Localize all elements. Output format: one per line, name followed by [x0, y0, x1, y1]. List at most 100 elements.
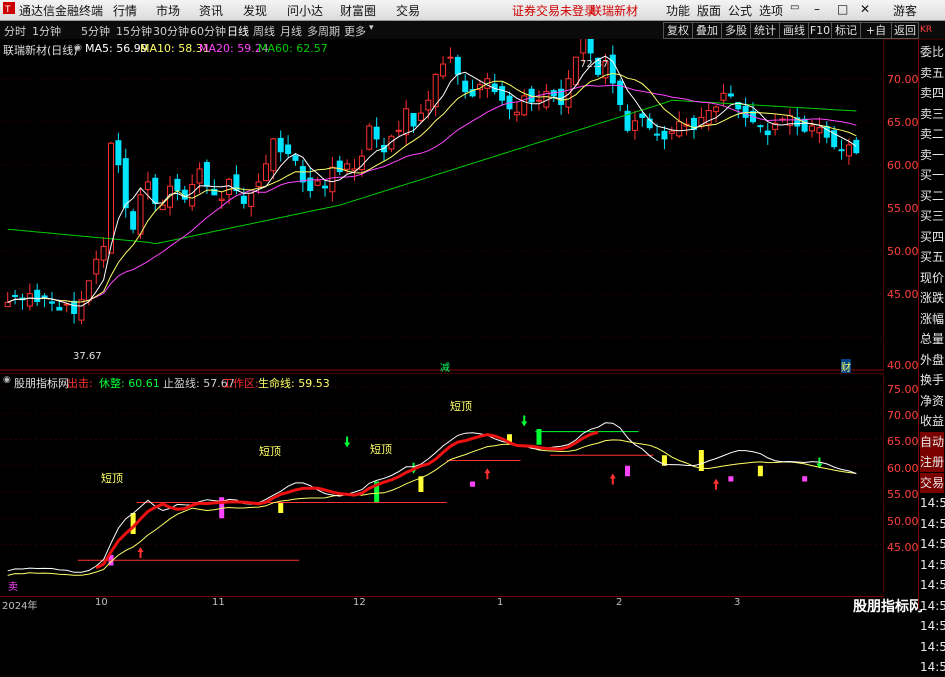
settings-icon[interactable]: ◉ [74, 43, 82, 53]
menu-trade[interactable]: 交易 [396, 2, 420, 19]
side-panel-item[interactable]: 买一 [920, 165, 944, 185]
minimize-icon[interactable]: – [814, 2, 820, 16]
candle-body [403, 108, 410, 136]
side-panel-item[interactable]: 现价 [920, 268, 944, 288]
side-panel-item[interactable]: 涨跌 [920, 288, 944, 308]
side-panel-item[interactable]: 买三 [920, 206, 944, 226]
event-marker[interactable]: 减 [440, 359, 450, 374]
side-panel-item[interactable]: 交易 [920, 472, 945, 493]
side-panel-item[interactable]: 卖一 [920, 145, 944, 165]
period-week[interactable]: 周线 [253, 23, 275, 39]
period-timeshare[interactable]: 分时 [4, 23, 26, 39]
add-watchlist-button[interactable]: +自选 [860, 22, 892, 52]
back-button[interactable]: 返回 [891, 22, 919, 39]
side-panel-item[interactable]: 14:5 [920, 534, 945, 554]
candle-body [336, 160, 343, 173]
side-panel-item[interactable]: 卖五 [920, 63, 944, 83]
candle-body [373, 126, 380, 140]
restore-icon[interactable]: ▭ [790, 2, 799, 13]
side-panel-item[interactable]: 买五 [920, 247, 944, 267]
guest-label[interactable]: 游客 [893, 2, 917, 19]
side-panel-item[interactable]: 净资 [920, 391, 944, 411]
side-panel-item[interactable]: 14:5 [920, 596, 945, 616]
close-icon[interactable]: ✕ [860, 2, 870, 16]
indicator-chart[interactable] [0, 373, 884, 595]
menu-discover[interactable]: 发现 [243, 2, 267, 19]
period-60min[interactable]: 60分钟 [190, 23, 226, 39]
period-day[interactable]: 日线 [227, 23, 249, 39]
period-more[interactable]: 更多 [344, 23, 366, 39]
menu-quotes[interactable]: 行情 [113, 2, 137, 19]
axis-tick: 70.00 [887, 73, 919, 86]
login-warning[interactable]: 证券交易未登录 [512, 2, 596, 19]
menu-wealth[interactable]: 财富圈 [340, 2, 376, 19]
side-panel-item[interactable]: 买二 [920, 186, 944, 206]
side-panel-item[interactable]: 14:5 [920, 493, 945, 513]
candle-body [85, 280, 92, 302]
side-panel-item[interactable]: 14:5 [920, 575, 945, 595]
period-1min[interactable]: 1分钟 [32, 23, 61, 39]
adjust-button[interactable]: 复权 [663, 22, 693, 39]
candle-body [447, 56, 454, 59]
side-panel-item[interactable]: 换手 [920, 370, 944, 390]
period-month[interactable]: 月线 [280, 23, 302, 39]
overlay-button[interactable]: 叠加 [692, 22, 722, 39]
side-panel-item[interactable]: 卖二 [920, 124, 944, 144]
draw-button[interactable]: 画线 [779, 22, 809, 39]
side-panel-item[interactable]: 14:5 [920, 657, 945, 677]
quote-side-panel: KR 委比 卖五 卖四 卖三 卖二 卖一 买一 买二 买三 买四 买五 现价 涨跌 涨幅 总量 外盘 换手 净资收… [918, 25, 945, 674]
rest-value: 休整: 60.61 [99, 377, 160, 390]
side-panel-item[interactable]: 委比 [920, 42, 944, 62]
side-panel-item[interactable]: 14:5 [920, 514, 945, 534]
candle-body [388, 135, 395, 150]
stock-link[interactable]: 联瑞新材 [590, 2, 638, 19]
side-panel-item[interactable]: 卖三 [920, 104, 944, 124]
side-panel-item[interactable]: 买四 [920, 227, 944, 247]
settings-icon[interactable]: ◉ [3, 375, 11, 385]
side-panel-item[interactable]: 14:5 [920, 555, 945, 575]
menu-xiaoda[interactable]: 问小达 [287, 2, 323, 19]
period-15min[interactable]: 15分钟 [116, 23, 152, 39]
mark-button[interactable]: 标记 [831, 22, 861, 39]
candle-body [713, 106, 720, 113]
period-30min[interactable]: 30分钟 [153, 23, 189, 39]
chevron-down-icon[interactable]: ▾ [369, 23, 374, 33]
axis-tick: 70.00 [887, 409, 919, 422]
side-panel-item[interactable]: 总量 [920, 329, 944, 349]
side-panel-item[interactable]: 14:5 [920, 616, 945, 636]
maximize-icon[interactable]: □ [837, 2, 848, 16]
axis-tick: 60.00 [887, 462, 919, 475]
side-panel-item[interactable]: 收益 [920, 411, 944, 431]
menu-news[interactable]: 资讯 [199, 2, 223, 19]
candle-body [587, 39, 594, 54]
candle-body [299, 166, 306, 183]
stats-button[interactable]: 统计 [750, 22, 780, 39]
menu-market[interactable]: 市场 [156, 2, 180, 19]
side-panel-item[interactable]: 14:5 [920, 637, 945, 657]
candle-body [617, 80, 624, 105]
candle-body [410, 112, 417, 127]
candle-body [292, 155, 299, 161]
candlestick-chart[interactable] [0, 39, 884, 371]
indicator-axis: 75.00 70.00 65.00 60.00 55.00 50.00 45.0… [884, 373, 919, 595]
event-marker[interactable]: 财 [841, 359, 851, 374]
menu-layout[interactable]: 版面 [697, 2, 721, 19]
side-panel-item[interactable]: 注册 [920, 452, 945, 472]
menu-options[interactable]: 选项 [759, 2, 783, 19]
menu-formula[interactable]: 公式 [728, 2, 752, 19]
side-panel-item[interactable]: 涨幅 [920, 309, 944, 329]
side-panel-item[interactable]: 外盘 [920, 350, 944, 370]
candle-body [757, 125, 764, 128]
period-multi[interactable]: 多周期 [307, 23, 340, 39]
multi-stock-button[interactable]: 多股 [721, 22, 751, 39]
f10-button[interactable]: F10 [808, 22, 832, 39]
candle-body [417, 112, 424, 121]
candle-body [203, 162, 210, 187]
side-panel-item[interactable]: 卖四 [920, 83, 944, 103]
signal-bar [470, 481, 476, 487]
side-panel-item[interactable]: 自动 [920, 431, 945, 452]
period-5min[interactable]: 5分钟 [81, 23, 110, 39]
candle-body [366, 125, 373, 150]
menu-function[interactable]: 功能 [666, 2, 690, 19]
signal-bar [802, 476, 808, 482]
